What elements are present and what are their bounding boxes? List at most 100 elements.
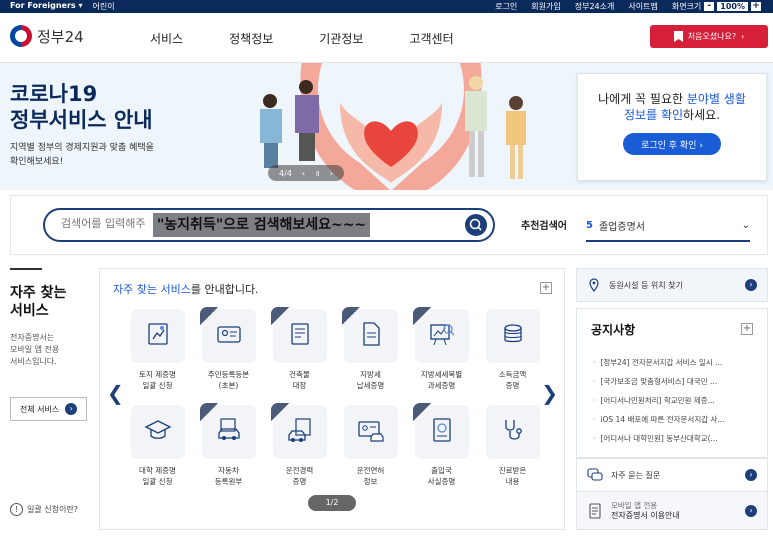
nav-support[interactable]: 고객센터 — [409, 30, 453, 47]
service-label-line1: 주민등록등본 — [207, 370, 250, 379]
info-icon: ! — [10, 503, 23, 516]
arrow-right-icon: › — [745, 279, 757, 291]
services-more-button[interactable]: + — [540, 282, 552, 294]
chevron-right-icon: › — [741, 32, 745, 41]
service-label: 지방세세목별 과세증명 — [412, 369, 471, 391]
service-label: 주민등록등본 (초본) — [199, 369, 258, 391]
service-label-line1: 대학 제증명 — [139, 466, 176, 475]
service-item[interactable]: 토지 제증명 일괄 신청 — [128, 309, 187, 397]
e-certificate-ribbon — [270, 307, 289, 325]
service-item[interactable]: 건축물 대장 — [270, 307, 329, 397]
service-item[interactable]: 출입국 사실증명 — [412, 403, 471, 493]
zoom-in-button[interactable]: + — [751, 2, 761, 11]
right-column: 동원시설 등 위치 찾기 › 공지사항 + [정부24] 전자문서지갑 서비스 … — [576, 268, 768, 530]
service-label-line1: 자동차 — [218, 466, 239, 475]
banner-title-line2: 정부서비스 안내 — [10, 108, 153, 132]
passport-icon — [428, 416, 456, 448]
notice-item[interactable]: [정부24] 전자문서지갑 서비스 일시 ... — [593, 353, 761, 372]
prev-slide-icon[interactable]: ‹ — [302, 169, 305, 178]
faq-link[interactable]: 자주 묻는 질문 › — [576, 458, 768, 492]
batch-apply-help-link[interactable]: ! 일괄 신청이란? — [10, 503, 78, 516]
card-text-highlight2: 정보를 확인 — [624, 108, 684, 122]
zoom-out-button[interactable]: - — [704, 2, 715, 11]
map-doc-icon — [144, 320, 172, 352]
mobile-guide-text: 모바일 앱 전용 전자증명서 이용안내 — [611, 501, 680, 521]
pause-icon[interactable]: ॥ — [315, 168, 320, 179]
notice-item[interactable]: [어디서나민원처리] 학교민원 제증... — [593, 391, 761, 410]
services-page-indicator: 1/2 — [308, 495, 356, 511]
nav-policy[interactable]: 정책정보 — [229, 30, 273, 47]
services-heading-rest: 를 안내합니다. — [190, 283, 259, 296]
service-label-line2: 일괄 신청 — [142, 381, 173, 390]
main-header: 정부24 서비스 정책정보 기관정보 고객센터 처음오셨나요? › — [0, 13, 773, 63]
recommended-keyword-select[interactable]: 5 졸업증명서 ⌄ — [586, 210, 750, 242]
first-visit-button[interactable]: 처음오셨나요? › — [650, 25, 768, 48]
graduation-cap-icon — [144, 416, 172, 448]
facility-label: 동원시설 등 위치 찾기 — [609, 280, 683, 290]
frequent-services-intro: 자주 찾는 서비스 전자증명서는 모바일 앱 전용 서비스입니다. 전체 서비스… — [10, 268, 90, 530]
service-item[interactable]: 지방세 납세증명 — [341, 307, 400, 397]
search-box[interactable]: "농지취득"으로 검색해보세요~~~ — [43, 208, 495, 242]
frequent-desc-line2: 모바일 앱 전용 — [10, 345, 60, 354]
card-text-pre: 나에게 꼭 필요한 — [598, 92, 687, 106]
card-text-highlight1: 분야별 생활 — [686, 92, 746, 106]
banner-pager[interactable]: 4/4 ‹ ॥ › — [268, 165, 344, 181]
service-icon-box — [270, 307, 327, 363]
recommended-keyword[interactable]: 졸업증명서 — [599, 218, 645, 233]
service-item[interactable]: 운전경력 증명 — [270, 403, 329, 493]
notice-more-button[interactable]: + — [741, 323, 753, 335]
mobile-document-icon — [589, 502, 601, 519]
for-foreigners-link[interactable]: For Foreigners ▾ — [10, 1, 82, 12]
search-button[interactable] — [465, 214, 487, 236]
location-pin-icon — [589, 278, 599, 292]
login-check-button[interactable]: 로그인 후 확인 › — [623, 133, 721, 155]
about-link[interactable]: 정부24소개 — [575, 1, 615, 12]
service-icon-box — [485, 309, 540, 363]
e-certificate-ribbon — [412, 403, 431, 421]
sitemap-link[interactable]: 사이트맵 — [628, 1, 657, 12]
arrow-right-icon: › — [65, 403, 78, 415]
service-item[interactable]: 대학 제증명일괄 신청 — [128, 405, 187, 493]
service-item[interactable]: 진료받은 내용 — [483, 405, 542, 493]
services-heading-highlight: 자주 찾는 서비스 — [113, 283, 191, 296]
service-label-line1: 지방세세목별 — [420, 370, 463, 379]
service-item[interactable]: 지방세세목별 과세증명 — [412, 307, 471, 397]
service-item[interactable]: 운전면허 정보 — [341, 405, 400, 493]
banner-title-line1: 코로나19 — [10, 82, 98, 106]
nav-services[interactable]: 서비스 — [150, 30, 183, 47]
personalized-info-card: 나에게 꼭 필요한 분야별 생활 정보를 확인하세요. 로그인 후 확인 › — [577, 73, 767, 181]
search-input[interactable] — [61, 217, 161, 230]
recommended-rank: 5 — [586, 219, 593, 231]
next-slide-icon[interactable]: › — [330, 169, 333, 178]
service-label-line2: 내용 — [505, 477, 520, 486]
zoom-value: 100% — [717, 2, 748, 11]
service-label: 토지 제증명 일괄 신청 — [128, 369, 187, 391]
kids-link[interactable]: 어린이 — [92, 1, 114, 12]
facility-finder-link[interactable]: 동원시설 등 위치 찾기 › — [576, 268, 768, 302]
nav-agency[interactable]: 기관정보 — [319, 30, 363, 47]
notice-item[interactable]: [국가보조금 맞춤형서비스] 대국민 ... — [593, 372, 761, 391]
notice-item[interactable]: iOS 14 배포에 따른 전자문서지갑 사... — [593, 410, 761, 429]
mobile-certificate-guide-link[interactable]: 모바일 앱 전용 전자증명서 이용안내 › — [576, 492, 768, 530]
site-logo[interactable]: 정부24 — [10, 25, 84, 47]
covid-banner[interactable]: 코로나19 정부서비스 안내 지역별 정부의 경제지원과 맞춤 혜택을 확인해보… — [0, 63, 773, 190]
chevron-down-icon[interactable]: ⌄ — [742, 220, 750, 231]
notice-item[interactable]: [어디서나 대학민원] 동부산대학교(... — [593, 429, 761, 448]
service-item[interactable]: 주민등록등본 (초본) — [199, 307, 258, 397]
all-services-button[interactable]: 전체 서비스 › — [10, 397, 87, 421]
search-hint-overlay: "농지취득"으로 검색해보세요~~~ — [153, 213, 371, 237]
login-link[interactable]: 로그인 — [495, 1, 517, 12]
service-icon-box — [485, 405, 540, 459]
faq-label: 자주 묻는 질문 — [611, 470, 661, 480]
all-services-label: 전체 서비스 — [19, 404, 60, 414]
frequent-description: 전자증명서는 모바일 앱 전용 서비스입니다. — [10, 332, 90, 368]
service-label-line2: 대장 — [292, 381, 307, 390]
service-item[interactable]: 소득금액 증명 — [483, 309, 542, 397]
id-card-icon — [215, 320, 243, 352]
signup-link[interactable]: 회원가입 — [531, 1, 560, 12]
services-prev-icon[interactable]: ❮ — [107, 381, 124, 405]
service-icon-box — [343, 405, 398, 459]
service-item[interactable]: 자동차 등록원부 — [199, 403, 258, 493]
frequent-title-line1: 자주 찾는 — [10, 285, 67, 301]
service-label-line2: 일괄 신청 — [142, 477, 173, 486]
